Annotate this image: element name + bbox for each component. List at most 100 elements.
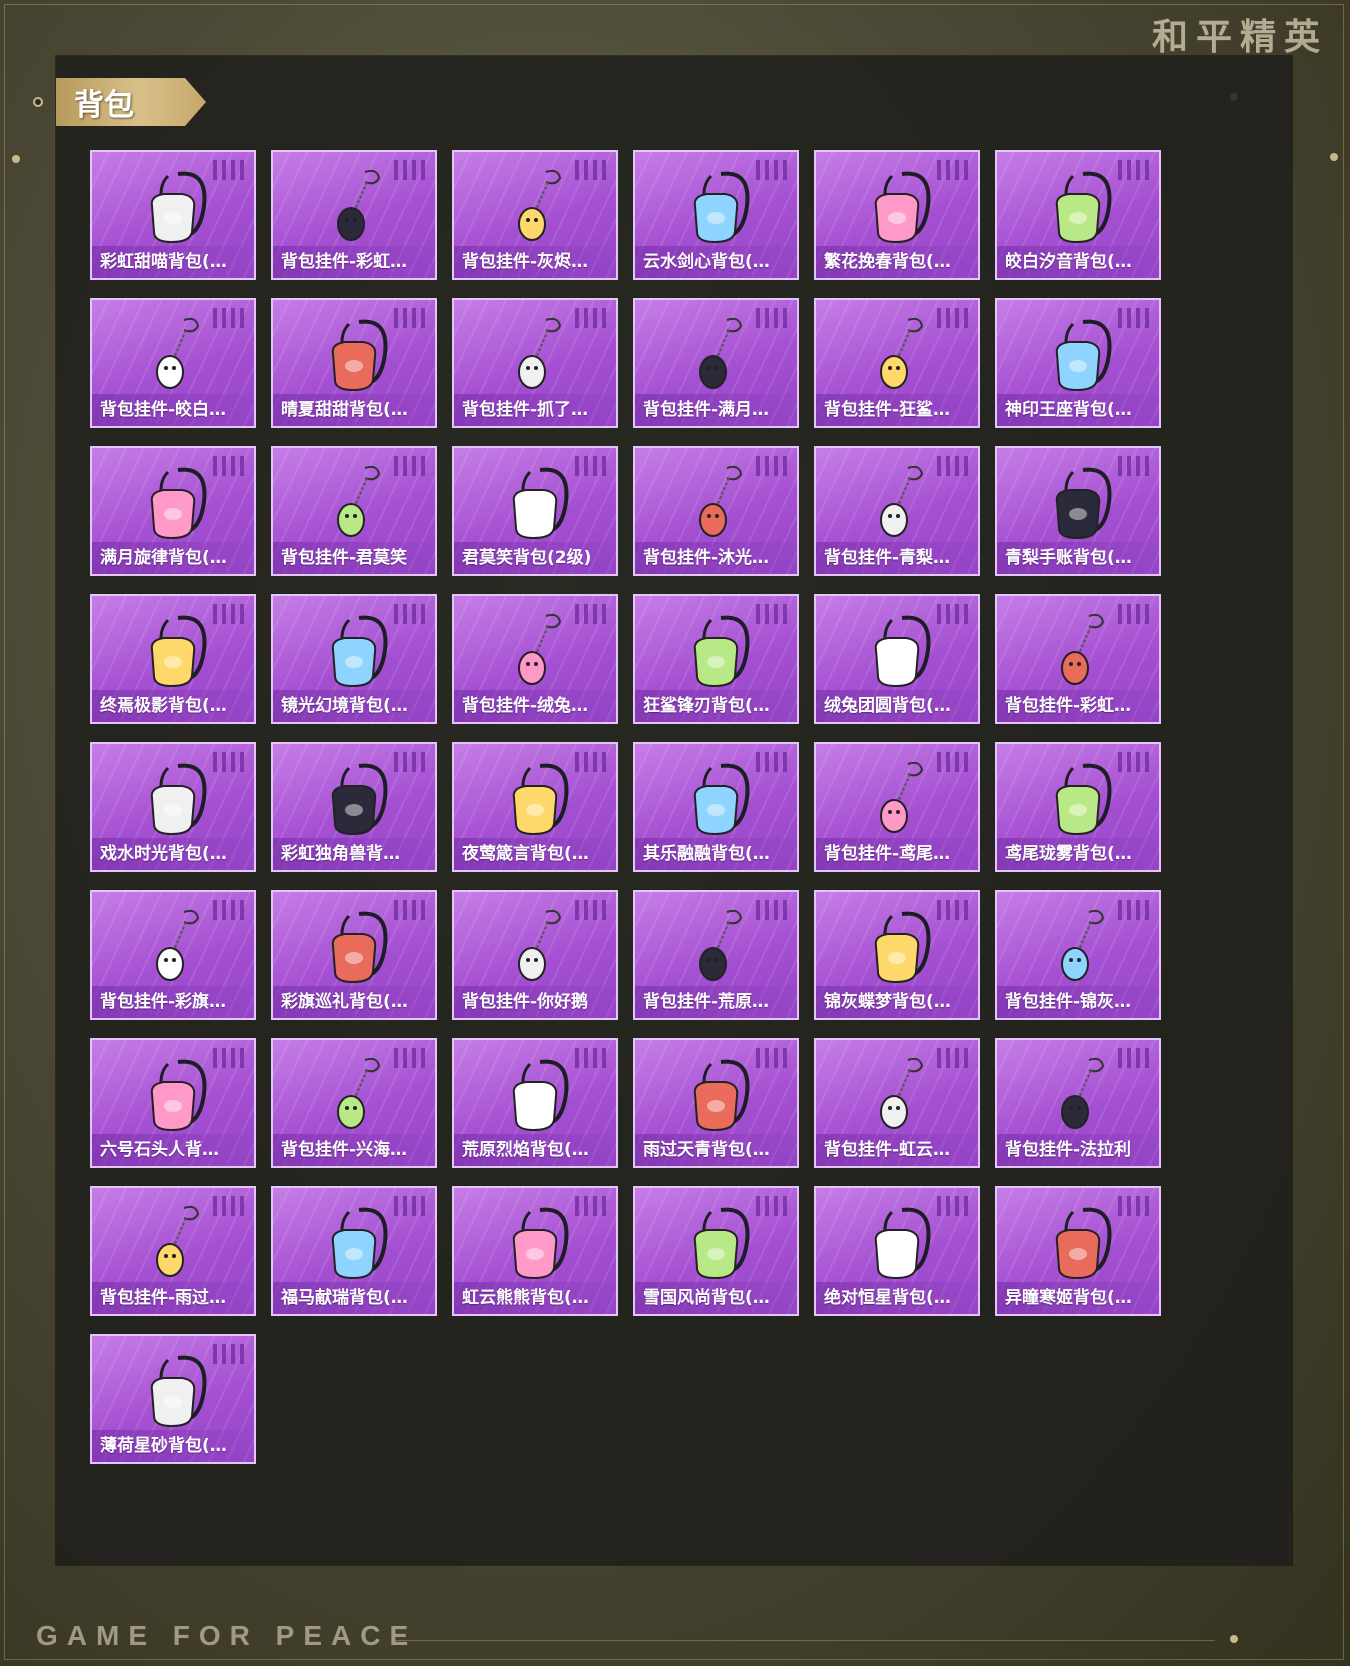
item-card[interactable]: 背包挂件-狂鲨…	[814, 298, 980, 428]
bow-charm-icon	[1061, 613, 1105, 685]
item-card[interactable]: 异瞳寒姬背包(…	[995, 1186, 1161, 1316]
rarity-bars	[1118, 752, 1149, 772]
item-card[interactable]: 戏水时光背包(…	[90, 742, 256, 872]
item-card[interactable]: 终焉极影背包(…	[90, 594, 256, 724]
shield-charm-icon	[1061, 1057, 1105, 1129]
item-card[interactable]: 神印王座背包(…	[995, 298, 1161, 428]
rarity-bars	[213, 1048, 244, 1068]
item-card[interactable]: 青梨手账背包(…	[995, 446, 1161, 576]
item-card[interactable]: 夜莺箴言背包(…	[452, 742, 618, 872]
rarity-bars	[213, 308, 244, 328]
item-card[interactable]: 镜光幻境背包(…	[271, 594, 437, 724]
rarity-bars	[213, 752, 244, 772]
item-label: 君莫笑背包(2级)	[454, 542, 616, 574]
section-tab-backpack[interactable]: 背包	[56, 78, 206, 126]
frame-dot-right	[1330, 153, 1338, 161]
item-card[interactable]: 背包挂件-皎白…	[90, 298, 256, 428]
item-label: 彩虹甜喵背包(…	[92, 246, 254, 278]
item-label: 青梨手账背包(…	[997, 542, 1159, 574]
item-card[interactable]: 彩虹独角兽背…	[271, 742, 437, 872]
peach-backpack-icon	[331, 319, 388, 392]
item-card[interactable]: 背包挂件-灰烬…	[452, 150, 618, 280]
item-label: 夜莺箴言背包(…	[454, 838, 616, 870]
item-card[interactable]: 晴夏甜甜背包(…	[271, 298, 437, 428]
item-card[interactable]: 薄荷星砂背包(…	[90, 1334, 256, 1464]
item-card[interactable]: 锦灰蝶梦背包(…	[814, 890, 980, 1020]
rarity-bars	[937, 752, 968, 772]
item-label: 异瞳寒姬背包(…	[997, 1282, 1159, 1314]
rarity-bars	[756, 308, 787, 328]
item-card[interactable]: 其乐融融背包(…	[633, 742, 799, 872]
item-label: 薄荷星砂背包(…	[92, 1430, 254, 1462]
rarity-bars	[937, 900, 968, 920]
cup-backpack-icon	[874, 1207, 931, 1280]
item-card[interactable]: 云水剑心背包(…	[633, 150, 799, 280]
rarity-bars	[1118, 308, 1149, 328]
item-card[interactable]: 雨过天青背包(…	[633, 1038, 799, 1168]
item-card[interactable]: 繁花挽春背包(…	[814, 150, 980, 280]
item-card[interactable]: 背包挂件-你好鹅	[452, 890, 618, 1020]
item-card[interactable]: 荒原烈焰背包(…	[452, 1038, 618, 1168]
item-card[interactable]: 雪国风尚背包(…	[633, 1186, 799, 1316]
drop-backpack-icon	[693, 1059, 750, 1132]
rarity-bars	[394, 752, 425, 772]
item-card[interactable]: 背包挂件-绒兔…	[452, 594, 618, 724]
item-card[interactable]: 绝对恒星背包(…	[814, 1186, 980, 1316]
item-label: 背包挂件-荒原…	[635, 986, 797, 1018]
item-card[interactable]: 背包挂件-彩虹…	[995, 594, 1161, 724]
item-label: 锦灰蝶梦背包(…	[816, 986, 978, 1018]
item-card[interactable]: 背包挂件-荒原…	[633, 890, 799, 1020]
cage-backpack-icon	[150, 615, 207, 688]
item-card[interactable]: 狂鲨锋刃背包(…	[633, 594, 799, 724]
item-card[interactable]: 鸢尾珑雾背包(…	[995, 742, 1161, 872]
item-card[interactable]: 背包挂件-法拉利	[995, 1038, 1161, 1168]
bear-backpack-icon	[512, 1207, 569, 1280]
item-card[interactable]: 背包挂件-兴海…	[271, 1038, 437, 1168]
item-label: 背包挂件-沐光…	[635, 542, 797, 574]
mirror-backpack-icon	[331, 615, 388, 688]
rarity-bars	[937, 1196, 968, 1216]
item-label: 荒原烈焰背包(…	[454, 1134, 616, 1166]
item-label: 背包挂件-君莫笑	[273, 542, 435, 574]
rarity-bars	[575, 1196, 606, 1216]
item-card[interactable]: 虹云熊熊背包(…	[452, 1186, 618, 1316]
rarity-bars	[756, 1048, 787, 1068]
rarity-bars	[213, 1344, 244, 1364]
item-card[interactable]: 背包挂件-虹云…	[814, 1038, 980, 1168]
rarity-bars	[394, 456, 425, 476]
iris-charm-icon	[880, 761, 924, 833]
rarity-bars	[756, 900, 787, 920]
item-card[interactable]: 福马献瑞背包(…	[271, 1186, 437, 1316]
penguin-charm-icon	[518, 909, 562, 981]
bunny-backpack-icon	[874, 615, 931, 688]
hood-backpack-icon	[1055, 1207, 1112, 1280]
item-card[interactable]: 彩旗巡礼背包(…	[271, 890, 437, 1020]
item-card[interactable]: 背包挂件-满月…	[633, 298, 799, 428]
item-card[interactable]: 背包挂件-抓了…	[452, 298, 618, 428]
item-label: 皎白汐音背包(…	[997, 246, 1159, 278]
item-label: 绝对恒星背包(…	[816, 1282, 978, 1314]
item-card[interactable]: 背包挂件-彩旗…	[90, 890, 256, 1020]
item-label: 背包挂件-彩虹…	[997, 690, 1159, 722]
item-label: 雪国风尚背包(…	[635, 1282, 797, 1314]
item-label: 六号石头人背…	[92, 1134, 254, 1166]
item-card[interactable]: 满月旋律背包(…	[90, 446, 256, 576]
item-label: 背包挂件-彩旗…	[92, 986, 254, 1018]
item-card[interactable]: 彩虹甜喵背包(…	[90, 150, 256, 280]
item-card[interactable]: 六号石头人背…	[90, 1038, 256, 1168]
frame-dot-left	[12, 155, 20, 163]
item-card[interactable]: 背包挂件-锦灰…	[995, 890, 1161, 1020]
item-card[interactable]: 绒兔团圆背包(…	[814, 594, 980, 724]
item-card[interactable]: 背包挂件-鸢尾…	[814, 742, 980, 872]
item-card[interactable]: 君莫笑背包(2级)	[452, 446, 618, 576]
rarity-bars	[1118, 1196, 1149, 1216]
tag-charm-icon	[337, 1057, 381, 1129]
item-card[interactable]: 皎白汐音背包(…	[995, 150, 1161, 280]
item-card[interactable]: 背包挂件-沐光…	[633, 446, 799, 576]
item-card[interactable]: 背包挂件-青梨…	[814, 446, 980, 576]
item-card[interactable]: 背包挂件-雨过…	[90, 1186, 256, 1316]
item-card[interactable]: 背包挂件-彩虹…	[271, 150, 437, 280]
fin-charm-icon	[880, 317, 924, 389]
item-card[interactable]: 背包挂件-君莫笑	[271, 446, 437, 576]
rarity-bars	[213, 900, 244, 920]
